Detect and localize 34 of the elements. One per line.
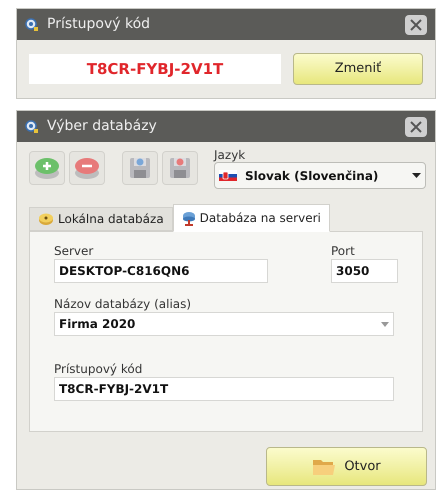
- language-dropdown[interactable]: Slovak (Slovenčina): [214, 162, 426, 189]
- close-icon: [410, 120, 422, 132]
- alias-dropdown[interactable]: Firma 2020: [54, 312, 394, 336]
- toolbar-button[interactable]: [29, 151, 65, 185]
- app-icon: [25, 18, 39, 32]
- app-icon: [25, 120, 39, 134]
- alias-label: Názov databázy (alias): [54, 297, 192, 312]
- dropdown-arrow-icon: [381, 322, 389, 326]
- access-code-input[interactable]: T8CR-FYBJ-2V1T: [54, 377, 394, 401]
- toolbar-button[interactable]: [69, 151, 105, 185]
- window-title: Výber databázy: [47, 117, 158, 136]
- window-title: Prístupový kód: [47, 15, 152, 34]
- access-code-field[interactable]: T8CR-FYBJ-2V1T: [29, 54, 281, 84]
- change-button[interactable]: Zmeniť: [293, 53, 423, 85]
- database-icon: [38, 212, 54, 226]
- tab[interactable]: Databáza na serveri: [172, 204, 330, 232]
- close-icon: [410, 18, 422, 30]
- server-label: Server: [54, 244, 94, 259]
- open-button[interactable]: Otvor: [266, 447, 427, 486]
- flag-icon: [219, 170, 237, 181]
- close-button[interactable]: [405, 14, 427, 34]
- port-label: Port: [331, 244, 356, 259]
- close-button[interactable]: [405, 116, 427, 136]
- dropdown-arrow-icon: [412, 173, 421, 178]
- server-field[interactable]: DESKTOP-C816QN6: [54, 259, 268, 283]
- toolbar-button[interactable]: [122, 151, 158, 185]
- server-database-icon: [182, 210, 196, 226]
- language-label: Jazyk: [214, 148, 246, 162]
- access-code-label: Prístupový kód: [54, 362, 144, 377]
- remove-icon: [74, 156, 100, 180]
- tab[interactable]: Lokálna databáza: [29, 207, 173, 231]
- port-field[interactable]: 3050: [331, 259, 398, 283]
- add-icon: [34, 156, 60, 180]
- toolbar-button[interactable]: [162, 151, 198, 185]
